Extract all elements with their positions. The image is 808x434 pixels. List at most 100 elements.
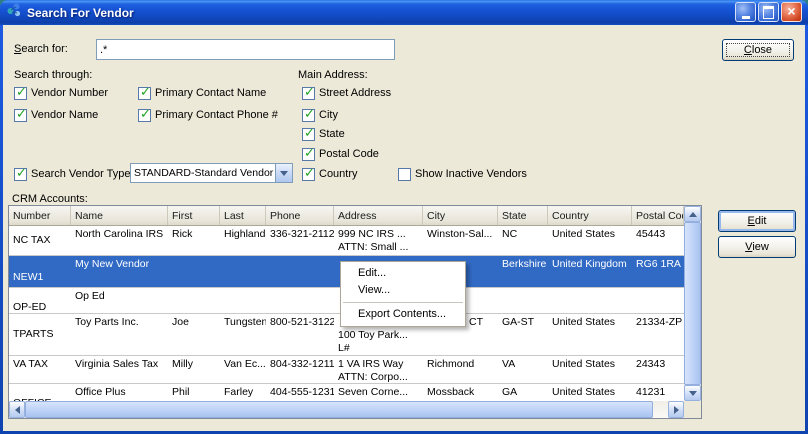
column-header-phone[interactable]: Phone <box>266 206 334 225</box>
cell-city: Mossback <box>423 384 498 401</box>
arrow-up-icon <box>689 212 697 217</box>
checkbox-label: Show Inactive Vendors <box>415 168 527 180</box>
column-header-city[interactable]: City <box>423 206 498 225</box>
scroll-right-button[interactable] <box>668 401 684 418</box>
checkbox-street-address[interactable]: Street Address <box>302 86 391 100</box>
checkbox-label: Vendor Name <box>31 109 98 121</box>
checkbox-country[interactable]: Country <box>302 167 358 181</box>
column-header-last[interactable]: Last <box>220 206 266 225</box>
search-for-label: Search for: <box>14 43 68 55</box>
main-address-label: Main Address: <box>298 69 368 81</box>
checkbox-vendor-number[interactable]: Vendor Number <box>14 86 108 100</box>
cell-first <box>168 256 220 287</box>
horizontal-scrollbar-thumb[interactable] <box>25 401 653 418</box>
cell-country <box>548 288 632 313</box>
checkbox-label: Primary Contact Name <box>155 87 266 99</box>
checkbox-label: Street Address <box>319 87 391 99</box>
checkbox-primary-contact-name[interactable]: Primary Contact Name <box>138 86 266 100</box>
cell-state <box>498 288 548 313</box>
column-header-number[interactable]: Number <box>9 206 71 225</box>
table-header: NumberNameFirstLastPhoneAddressCityState… <box>9 206 684 226</box>
cell-phone <box>266 256 334 287</box>
titlebar[interactable]: Search For Vendor <box>0 0 808 25</box>
context-menu-item[interactable]: Export Contents... <box>341 306 465 323</box>
checkbox-box <box>302 128 315 141</box>
checkbox-state[interactable]: State <box>302 127 345 141</box>
checkbox-search-vendor-type[interactable]: Search Vendor Type <box>14 167 130 181</box>
vertical-scrollbar-thumb[interactable] <box>684 222 701 385</box>
cell-state: GA <box>498 384 548 401</box>
scroll-left-button[interactable] <box>9 401 25 418</box>
context-menu-item[interactable]: Edit... <box>341 265 465 282</box>
column-header-first[interactable]: First <box>168 206 220 225</box>
vendor-type-select[interactable]: STANDARD-Standard Vendor <box>130 163 293 183</box>
checkbox-box <box>14 87 27 100</box>
checkbox-primary-contact-phone[interactable]: Primary Contact Phone # <box>138 108 278 122</box>
cell-state: Berkshire <box>498 256 548 287</box>
chevron-down-icon[interactable] <box>275 164 292 182</box>
checkbox-label: City <box>319 109 338 121</box>
scroll-down-button[interactable] <box>684 385 701 401</box>
cell-address: 999 NC IRS ...ATTN: Small ... <box>334 226 423 255</box>
cell-number: NEW1 <box>9 256 71 287</box>
table-row[interactable]: NC TAXNorth Carolina IRSRickHighland336-… <box>9 226 684 256</box>
search-input[interactable] <box>96 39 395 60</box>
vendor-type-selected-value: STANDARD-Standard Vendor <box>131 167 275 179</box>
cell-postal-code: 45443 <box>632 226 684 255</box>
cell-country: United States <box>548 314 632 355</box>
app-icon <box>6 2 22 23</box>
checkbox-vendor-name[interactable]: Vendor Name <box>14 108 98 122</box>
maximize-button[interactable] <box>758 2 779 22</box>
checkbox-box <box>302 148 315 161</box>
checkbox-label: Search Vendor Type <box>31 168 130 180</box>
cell-first: Joe <box>168 314 220 355</box>
checkbox-label: Vendor Number <box>31 87 108 99</box>
table-row[interactable]: OFFICEOffice PlusPhilFarley404-555-1231S… <box>9 384 684 401</box>
scroll-up-button[interactable] <box>684 206 701 222</box>
checkbox-label: Country <box>319 168 358 180</box>
cell-name: Toy Parts Inc. <box>71 314 168 355</box>
cell-postal-code: 41231 <box>632 384 684 401</box>
cell-name: My New Vendor <box>71 256 168 287</box>
cell-phone: 404-555-1231 <box>266 384 334 401</box>
checkbox-city[interactable]: City <box>302 108 338 122</box>
window-title: Search For Vendor <box>27 6 134 20</box>
edit-button[interactable]: Edit <box>718 210 796 232</box>
checkbox-box <box>302 109 315 122</box>
cell-last: Tungsten <box>220 314 266 355</box>
column-header-name[interactable]: Name <box>71 206 168 225</box>
checkbox-label: Postal Code <box>319 148 379 160</box>
column-header-address[interactable]: Address <box>334 206 423 225</box>
cell-name: Office Plus <box>71 384 168 401</box>
horizontal-scrollbar[interactable] <box>9 401 684 418</box>
menu-separator <box>343 302 463 303</box>
cell-last <box>220 288 266 313</box>
vertical-scrollbar[interactable] <box>684 206 701 401</box>
cell-state: VA <box>498 356 548 383</box>
column-header-postal-code[interactable]: Postal Code <box>632 206 684 225</box>
column-header-country[interactable]: Country <box>548 206 632 225</box>
context-menu-item[interactable]: View... <box>341 282 465 299</box>
checkbox-box <box>138 87 151 100</box>
close-window-button[interactable] <box>781 2 802 22</box>
cell-number: VA TAX <box>9 356 71 383</box>
cell-first: Phil <box>168 384 220 401</box>
close-button-label: Close <box>744 44 772 56</box>
cell-country: United Kingdom <box>548 256 632 287</box>
view-button[interactable]: View <box>718 236 796 258</box>
edit-button-label: Edit <box>748 215 767 227</box>
cell-city: Winston-Sal... <box>423 226 498 255</box>
cell-country: United States <box>548 356 632 383</box>
close-button[interactable]: Close <box>722 39 794 61</box>
checkbox-label: State <box>319 128 345 140</box>
cell-last: Van Ec... <box>220 356 266 383</box>
window-controls <box>735 2 802 22</box>
crm-accounts-label: CRM Accounts: <box>12 193 88 205</box>
checkbox-postal-code[interactable]: Postal Code <box>302 147 379 161</box>
column-header-state[interactable]: State <box>498 206 548 225</box>
checkbox-show-inactive-vendors[interactable]: Show Inactive Vendors <box>398 167 527 181</box>
table-row[interactable]: VA TAXVirginia Sales TaxMillyVan Ec...80… <box>9 356 684 384</box>
minimize-button[interactable] <box>735 2 756 22</box>
cell-state: NC <box>498 226 548 255</box>
cell-postal-code <box>632 288 684 313</box>
